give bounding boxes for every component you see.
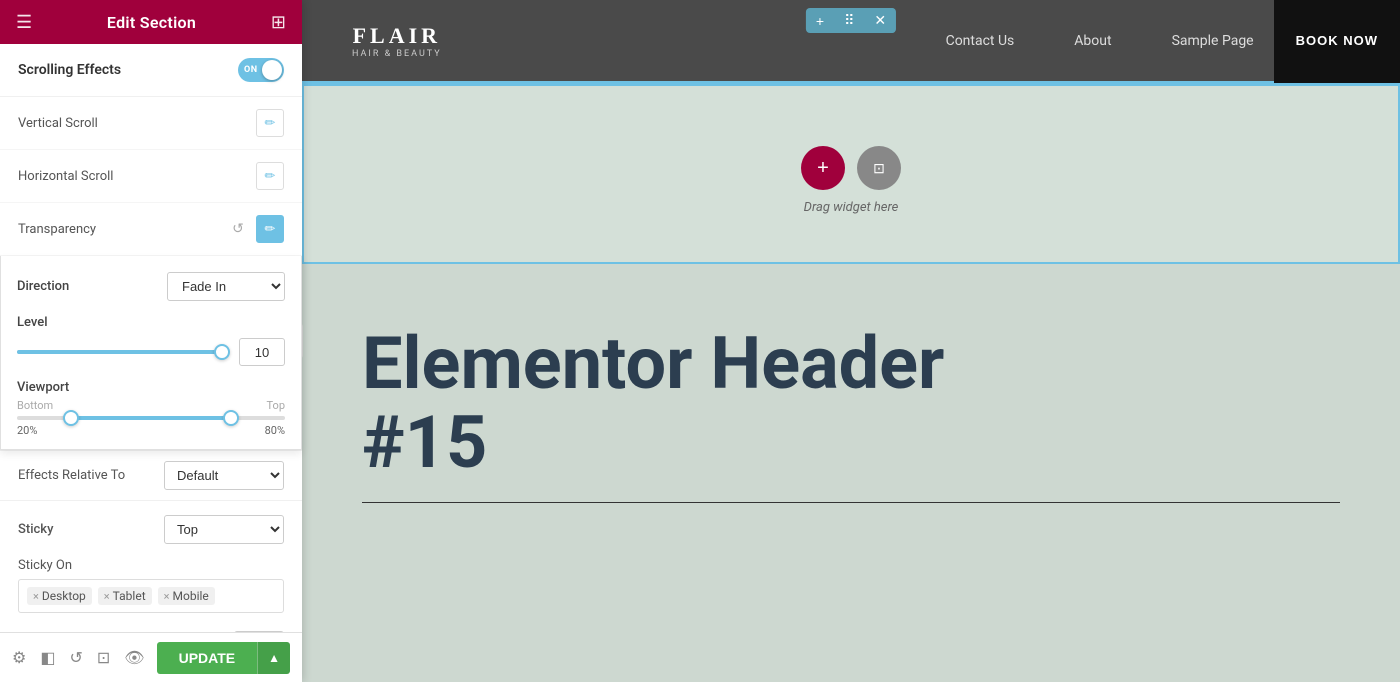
sticky-on-tags-box: × Desktop × Tablet × Mobile: [18, 579, 284, 613]
effects-relative-select[interactable]: Default Viewport Section: [164, 461, 284, 490]
tag-desktop-remove[interactable]: ×: [33, 590, 39, 603]
preview-icon[interactable]: 👁: [124, 648, 144, 667]
scrolling-effects-row: Scrolling Effects ON: [0, 44, 302, 97]
viewport-dual-slider[interactable]: [17, 416, 285, 420]
apps-icon[interactable]: ⊞: [271, 12, 286, 33]
viewport-ends: Bottom Top: [17, 399, 285, 412]
toggle-on-label: ON: [244, 65, 258, 75]
viewport-values: 20% 80%: [17, 424, 285, 437]
horizontal-scroll-row: Horizontal Scroll ✏: [0, 150, 302, 203]
level-slider-thumb[interactable]: [214, 344, 230, 360]
update-arrow-button[interactable]: ▲: [257, 642, 290, 674]
canvas-heading-section: Elementor Header #15: [302, 264, 1400, 682]
transparency-label: Transparency: [18, 222, 96, 237]
nav-close-button[interactable]: ✕: [864, 8, 896, 33]
heading-underline: [362, 502, 1340, 503]
main-heading: Elementor Header #15: [362, 324, 1340, 482]
transparency-dropdown-panel: Direction Fade In Fade Out Level Viewpor…: [0, 256, 302, 450]
tag-tablet: × Tablet: [98, 587, 152, 605]
panel-title: Edit Section: [107, 13, 196, 32]
right-canvas: + ⠿ ✕ FLAIR HAIR & BEAUTY Contact Us Abo…: [302, 0, 1400, 682]
tag-mobile-remove[interactable]: ×: [164, 590, 170, 603]
panel-header: ☰ Edit Section ⊞: [0, 0, 302, 44]
nav-drag-button[interactable]: ⠿: [834, 8, 864, 33]
vertical-scroll-row: Vertical Scroll ✏: [0, 97, 302, 150]
settings-icon[interactable]: ⚙: [12, 648, 26, 667]
scrolling-effects-label: Scrolling Effects: [18, 62, 121, 78]
add-widget-plus-btn[interactable]: +: [801, 146, 845, 190]
nav-links: Contact Us About Sample Page: [946, 33, 1254, 49]
nav-toolbar: + ⠿ ✕: [806, 8, 896, 33]
nav-add-button[interactable]: +: [806, 8, 834, 33]
hamburger-icon[interactable]: ☰: [16, 12, 32, 33]
viewport-label: Viewport: [17, 380, 69, 395]
responsive-icon[interactable]: ⊡: [97, 648, 110, 667]
vertical-scroll-edit-btn[interactable]: ✏: [256, 109, 284, 137]
tag-desktop: × Desktop: [27, 587, 92, 605]
tag-mobile: × Mobile: [158, 587, 215, 605]
sticky-label: Sticky: [18, 522, 53, 537]
heading-line2: #15: [362, 403, 1340, 482]
transparency-reset-icon[interactable]: ↺: [228, 219, 248, 239]
horizontal-scroll-edit-btn[interactable]: ✏: [256, 162, 284, 190]
direction-select[interactable]: Fade In Fade Out: [167, 272, 285, 301]
effects-relative-row: Effects Relative To Default Viewport Sec…: [0, 450, 302, 501]
update-button[interactable]: UPDATE: [157, 642, 258, 674]
effects-relative-label: Effects Relative To: [18, 468, 125, 483]
viewport-top-label: Top: [267, 399, 285, 412]
nav-link-about[interactable]: About: [1074, 33, 1111, 49]
tag-tablet-label: Tablet: [113, 589, 146, 603]
nav-logo: FLAIR HAIR & BEAUTY: [352, 23, 442, 59]
add-widget-buttons: + ⊡: [801, 146, 901, 190]
left-panel: ☰ Edit Section ⊞ Scrolling Effects ON Ve…: [0, 0, 302, 682]
viewport-left-thumb[interactable]: [63, 410, 79, 426]
sticky-row: Sticky None Top Bottom: [0, 501, 302, 554]
vertical-scroll-actions: ✏: [256, 109, 284, 137]
tag-mobile-label: Mobile: [173, 589, 209, 603]
heading-line1: Elementor Header: [362, 324, 1340, 403]
drag-hint: Drag widget here: [804, 200, 899, 215]
level-label: Level: [17, 315, 285, 330]
scrolling-effects-toggle[interactable]: ON: [238, 58, 284, 82]
level-slider-track[interactable]: [17, 350, 229, 354]
canvas-add-widget-section: + ⊡ Drag widget here: [302, 84, 1400, 264]
nav-link-contact[interactable]: Contact Us: [946, 33, 1015, 49]
horizontal-scroll-label: Horizontal Scroll: [18, 169, 113, 184]
nav-bar: + ⠿ ✕ FLAIR HAIR & BEAUTY Contact Us Abo…: [302, 0, 1400, 84]
history-icon[interactable]: ↺: [69, 648, 82, 667]
tag-desktop-label: Desktop: [42, 589, 86, 603]
sticky-select[interactable]: None Top Bottom: [164, 515, 284, 544]
logo-flair-text: FLAIR: [353, 23, 441, 49]
level-row: [17, 338, 285, 366]
viewport-right-value: 80%: [265, 424, 285, 437]
transparency-actions: ↺ ✏: [228, 215, 284, 243]
sticky-on-section: Sticky On × Desktop × Tablet × Mobile: [0, 554, 302, 623]
level-slider-fill: [17, 350, 229, 354]
tag-tablet-remove[interactable]: ×: [104, 590, 110, 603]
toolbar-left-icons: ⚙ ◧ ↺ ⊡ 👁: [12, 648, 145, 667]
viewport-right-thumb[interactable]: [223, 410, 239, 426]
toggle-knob: [262, 60, 282, 80]
add-widget-folder-btn[interactable]: ⊡: [857, 146, 901, 190]
direction-row: Direction Fade In Fade Out: [17, 272, 285, 301]
viewport-bottom-label: Bottom: [17, 399, 53, 412]
vertical-scroll-label: Vertical Scroll: [18, 116, 98, 131]
direction-label: Direction: [17, 279, 69, 294]
nav-link-sample[interactable]: Sample Page: [1172, 33, 1254, 49]
transparency-edit-btn[interactable]: ✏: [256, 215, 284, 243]
sticky-on-label: Sticky On: [18, 558, 284, 573]
update-group: UPDATE ▲: [157, 642, 290, 674]
viewport-left-value: 20%: [17, 424, 37, 437]
layers-icon[interactable]: ◧: [40, 648, 55, 667]
level-input[interactable]: [239, 338, 285, 366]
horizontal-scroll-actions: ✏: [256, 162, 284, 190]
viewport-fill: [71, 416, 232, 420]
logo-sub-text: HAIR & BEAUTY: [352, 49, 442, 59]
book-now-button[interactable]: BOOK NOW: [1274, 0, 1400, 83]
viewport-label-row: Viewport: [17, 380, 285, 395]
transparency-row: Transparency ↺ ✏: [0, 203, 302, 256]
bottom-toolbar: ⚙ ◧ ↺ ⊡ 👁 UPDATE ▲: [0, 632, 302, 682]
